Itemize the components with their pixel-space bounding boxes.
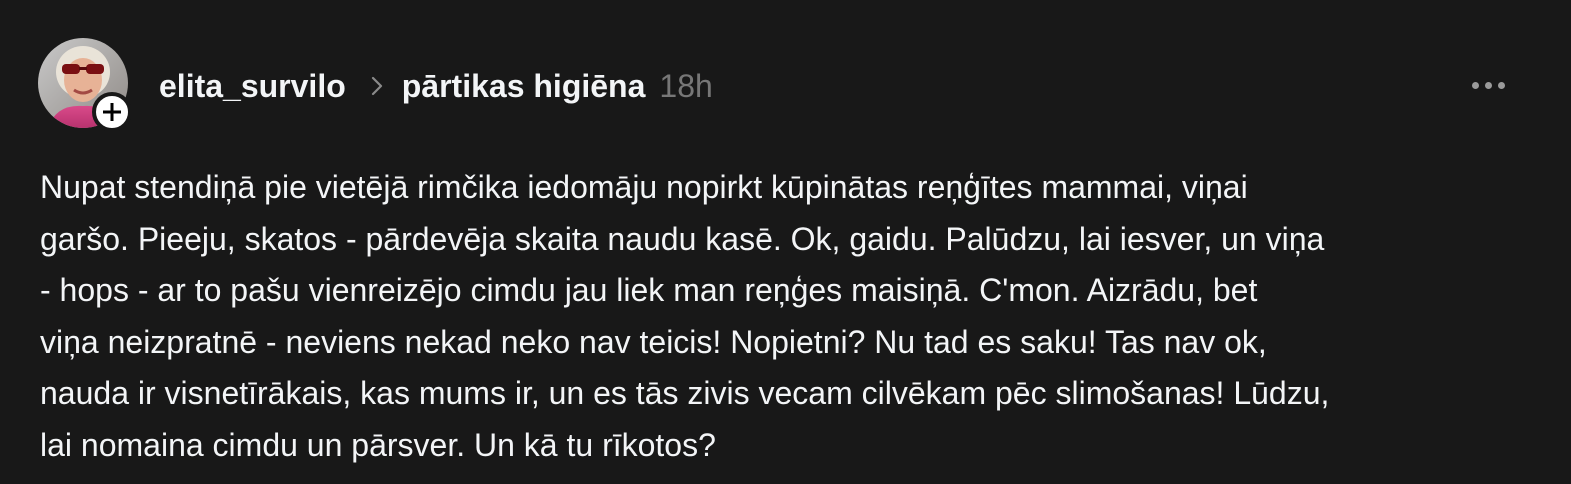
post-body-line: - hops - ar to pašu vienreizējo cimdu ja… [40, 272, 1258, 308]
post-body-line: nauda ir visnetīrākais, kas mums ir, un … [40, 375, 1330, 411]
topic-tag[interactable]: pārtikas higiēna [402, 68, 646, 105]
post-body-line: garšo. Pieeju, skatos - pārdevēja skaita… [40, 220, 1325, 257]
more-options-button[interactable] [1462, 70, 1514, 100]
post-timestamp: 18h [659, 67, 713, 104]
plus-icon [103, 103, 121, 121]
post-body-line: Nupat stendiņā pie vietējā rimčika iedom… [40, 169, 1248, 205]
chevron-right-icon [370, 74, 384, 98]
author-avatar-container[interactable] [38, 38, 132, 132]
more-horizontal-icon [1471, 81, 1479, 89]
more-horizontal-icon-dot [1497, 81, 1505, 89]
post-header: elita_survilo pārtikas higiēna 18h [159, 64, 713, 108]
post-body-line: lai nomaina cimdu un pārsver. Un kā tu r… [40, 426, 716, 463]
follow-button[interactable] [92, 92, 132, 132]
post-body-line: viņa neizpratnē - neviens nekad neko nav… [40, 323, 1267, 360]
post: elita_survilo pārtikas higiēna 18h Nupat… [0, 0, 1571, 484]
author-username[interactable]: elita_survilo [159, 68, 346, 105]
post-body: Nupat stendiņā pie vietējā rimčika iedom… [40, 162, 1540, 471]
more-horizontal-icon-dot [1484, 81, 1492, 89]
